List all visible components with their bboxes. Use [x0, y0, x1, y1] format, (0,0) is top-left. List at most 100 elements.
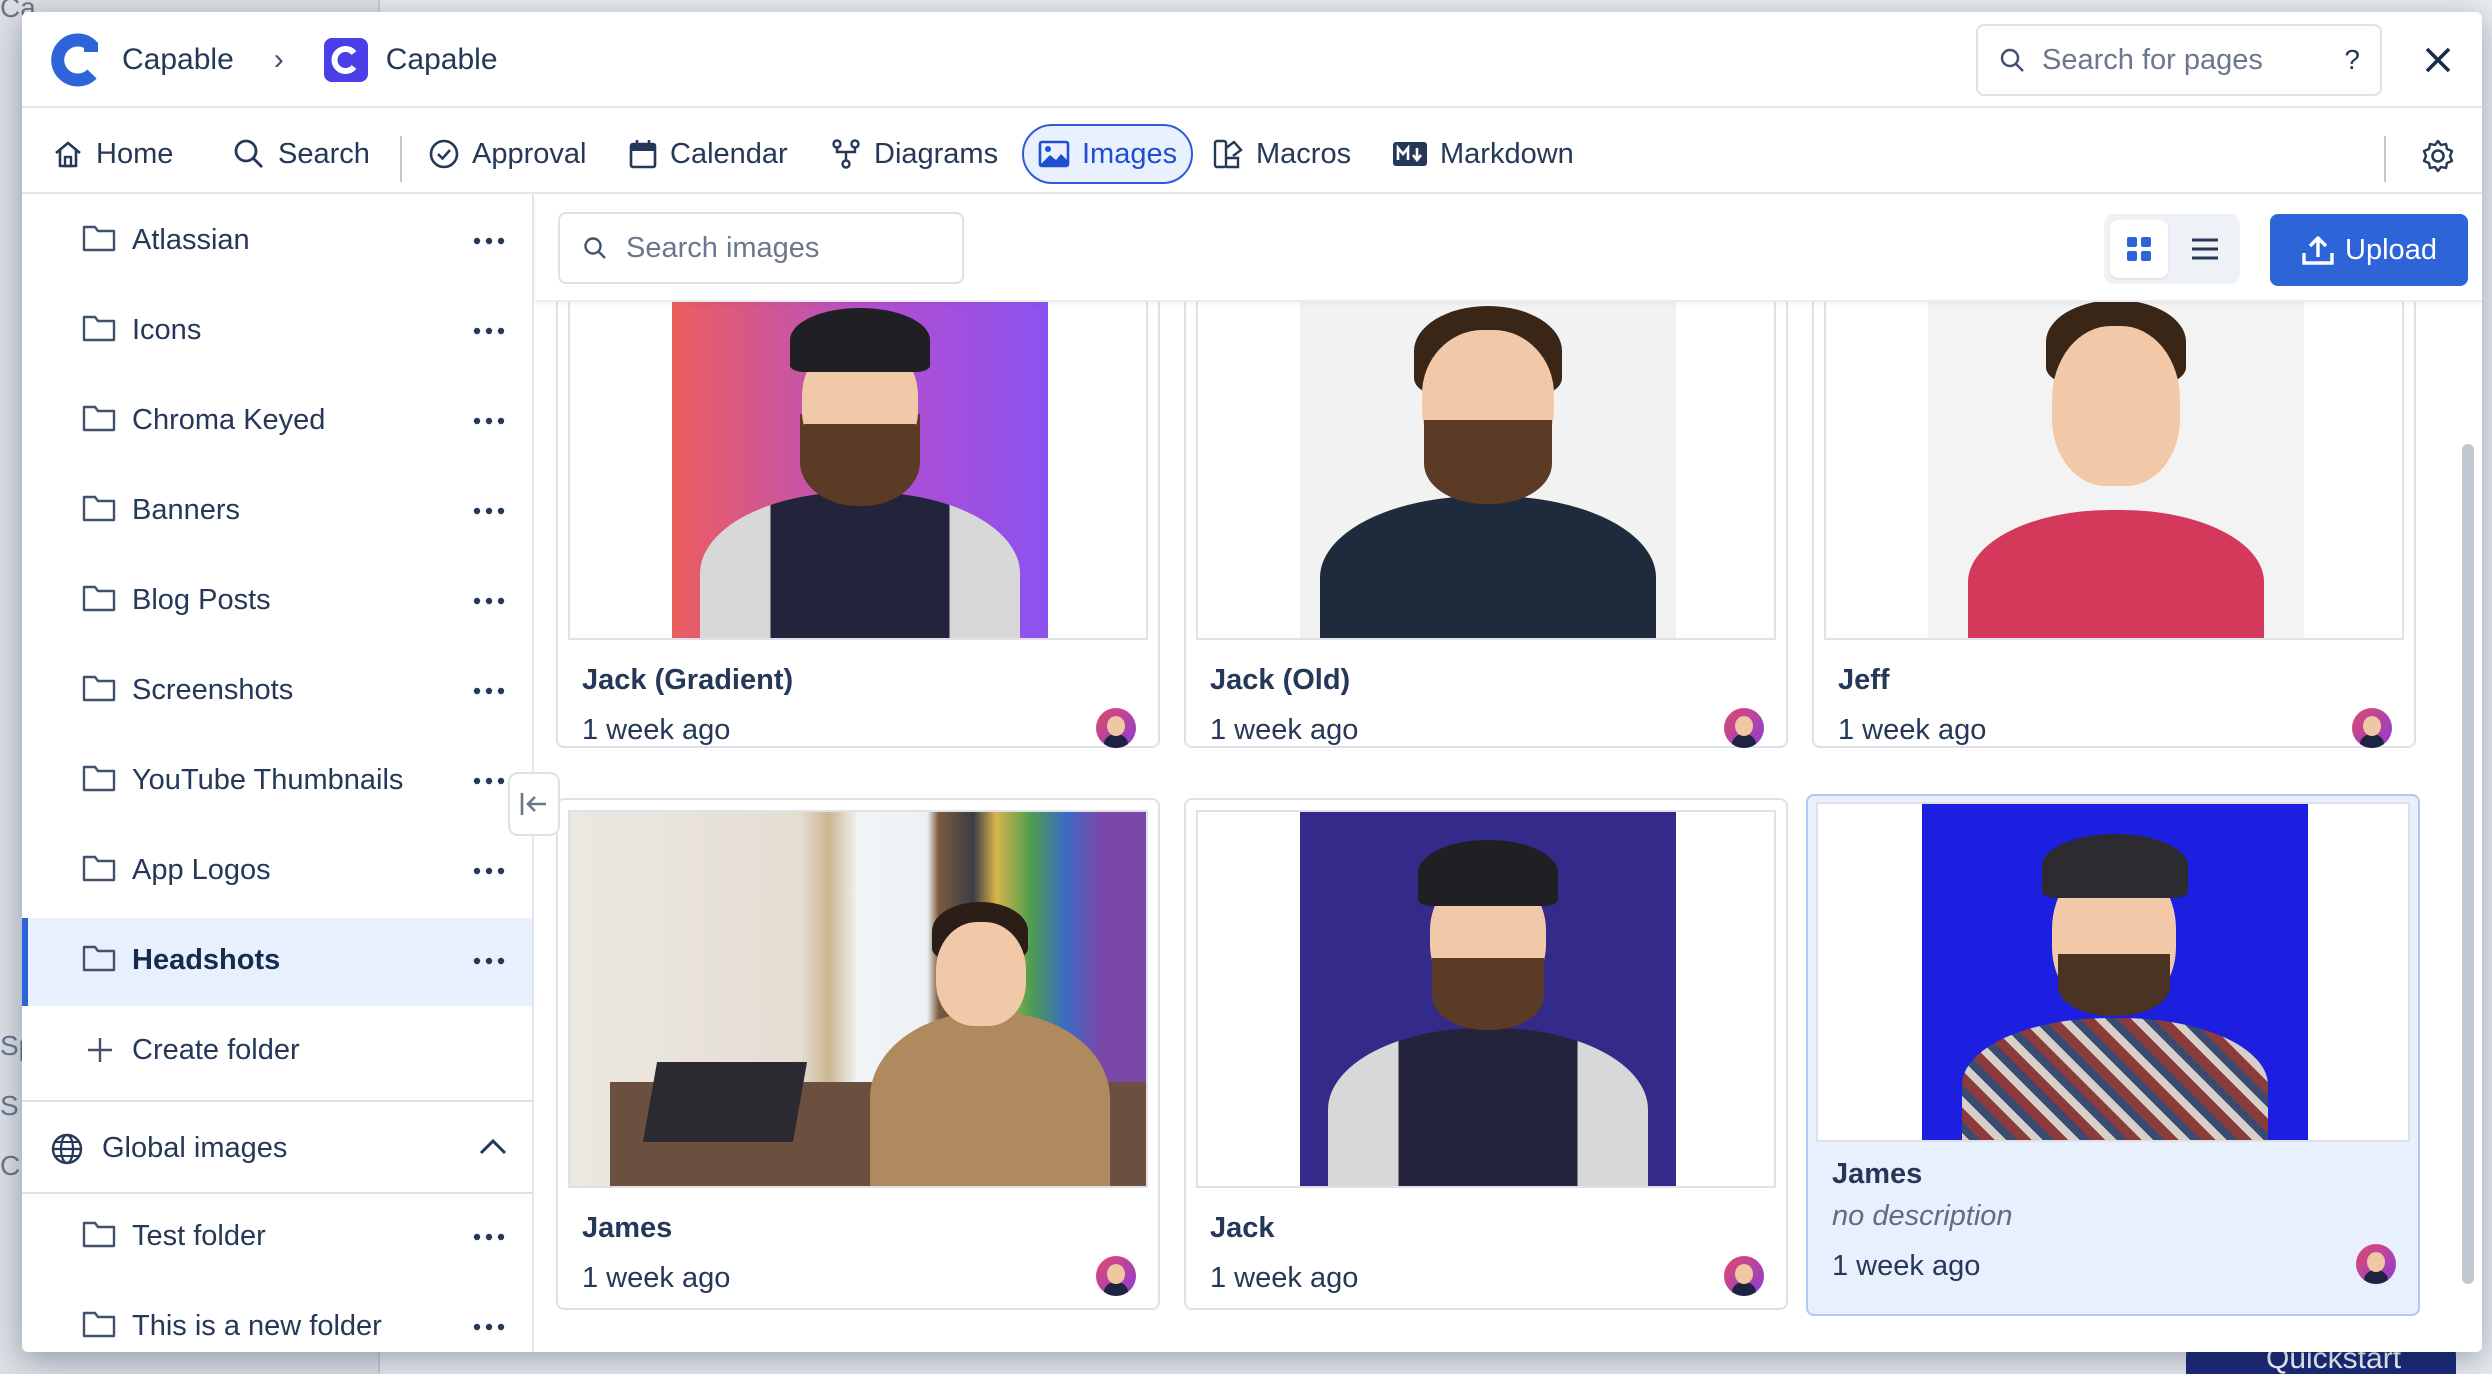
background-text: C — [0, 1150, 21, 1181]
avatar — [1724, 708, 1764, 748]
breadcrumb-item-page[interactable]: Capable — [386, 43, 498, 77]
app-navbar: Home Search Approval Calendar Diagrams I… — [22, 108, 2482, 194]
nav-images[interactable]: Images — [1022, 124, 1194, 184]
image-card[interactable]: Jack 1 week ago — [1184, 798, 1788, 1310]
help-icon[interactable]: ? — [2344, 44, 2360, 76]
folder-label: App Logos — [132, 854, 271, 886]
headshot-photo — [1300, 812, 1676, 1186]
folder-label: Icons — [132, 314, 202, 346]
image-title: James — [582, 1212, 673, 1244]
more-options-icon[interactable] — [472, 498, 506, 524]
folder-icon — [82, 405, 116, 432]
folder-item-banners[interactable]: Banners — [22, 468, 532, 556]
folder-item-youtube-thumbnails[interactable]: YouTube Thumbnails — [22, 738, 532, 826]
close-button[interactable] — [2410, 32, 2466, 88]
capable-page-icon — [323, 38, 368, 82]
avatar — [2352, 708, 2392, 748]
nav-home[interactable]: Home — [38, 124, 187, 184]
macros-icon — [1213, 139, 1243, 169]
image-thumbnail — [1196, 810, 1776, 1188]
folder-icon — [82, 765, 116, 792]
folder-label: YouTube Thumbnails — [132, 764, 404, 796]
create-folder-label: Create folder — [132, 1034, 300, 1066]
create-folder-button[interactable]: Create folder — [22, 1008, 532, 1096]
more-options-icon[interactable] — [472, 1224, 506, 1250]
nav-calendar[interactable]: Calendar — [614, 124, 802, 184]
globe-icon — [51, 1133, 83, 1165]
image-title: Jack (Gradient) — [582, 664, 794, 696]
chevron-right-icon: › — [273, 43, 284, 76]
nav-calendar-label: Calendar — [670, 137, 788, 170]
more-options-icon[interactable] — [472, 948, 506, 974]
avatar — [1724, 1256, 1764, 1296]
breadcrumb: Capable › Capable — [48, 30, 498, 90]
list-view-button[interactable] — [2176, 220, 2234, 278]
folder-item-chroma-keyed[interactable]: Chroma Keyed — [22, 378, 532, 466]
folder-item-test-folder[interactable]: Test folder — [22, 1194, 532, 1282]
close-icon — [2425, 47, 2451, 73]
folder-icon — [82, 675, 116, 702]
capable-logo-icon — [51, 33, 98, 87]
collapse-sidebar-button[interactable] — [508, 772, 560, 836]
markdown-icon — [1393, 142, 1427, 166]
folder-label: Screenshots — [132, 674, 294, 706]
image-date: 1 week ago — [1210, 1262, 1359, 1294]
folder-item-headshots[interactable]: Headshots — [22, 918, 532, 1006]
gear-icon[interactable] — [2420, 138, 2456, 174]
image-card[interactable]: Jeff 1 week ago — [1812, 302, 2416, 748]
nav-macros-label: Macros — [1256, 137, 1352, 170]
office-photo — [570, 812, 1146, 1186]
avatar — [2356, 1244, 2396, 1284]
nav-approval[interactable]: Approval — [414, 124, 600, 184]
global-images-section-header[interactable]: Global images — [22, 1104, 532, 1194]
more-options-icon[interactable] — [472, 408, 506, 434]
grid-scrollbar[interactable] — [2462, 444, 2474, 1284]
image-thumbnail — [568, 810, 1148, 1188]
view-toggle — [2104, 214, 2240, 284]
more-options-icon[interactable] — [472, 318, 506, 344]
plus-icon — [88, 1038, 112, 1062]
image-card[interactable]: Jack (Old) 1 week ago — [1184, 302, 1788, 748]
page-search-input[interactable]: Search for pages ? — [1976, 24, 2382, 96]
folder-item-icons[interactable]: Icons — [22, 288, 532, 376]
more-options-icon[interactable] — [472, 768, 506, 794]
chevron-up-icon[interactable] — [478, 1136, 508, 1156]
more-options-icon[interactable] — [472, 678, 506, 704]
image-card[interactable]: James 1 week ago — [556, 798, 1160, 1310]
nav-macros[interactable]: Macros — [1198, 124, 1365, 184]
nav-markdown[interactable]: Markdown — [1378, 124, 1588, 184]
folder-icon — [82, 945, 116, 972]
image-title: James — [1832, 1158, 1923, 1190]
headshot-photo — [1928, 302, 2304, 638]
image-card[interactable]: Jack (Gradient) 1 week ago — [556, 302, 1160, 748]
more-options-icon[interactable] — [472, 858, 506, 884]
folder-item-blog-posts[interactable]: Blog Posts — [22, 558, 532, 646]
folder-item-screenshots[interactable]: Screenshots — [22, 648, 532, 736]
image-icon — [1038, 140, 1070, 168]
collapse-left-icon — [520, 793, 546, 815]
grid-icon — [2127, 237, 2151, 261]
nav-search[interactable]: Search — [218, 124, 384, 184]
nav-diagrams[interactable]: Diagrams — [816, 124, 1012, 184]
image-search-input[interactable]: Search images — [558, 212, 964, 284]
image-date: 1 week ago — [582, 1262, 731, 1294]
upload-button[interactable]: Upload — [2270, 214, 2468, 286]
grid-view-button[interactable] — [2110, 220, 2168, 278]
image-thumbnail — [1816, 802, 2410, 1142]
folder-item-app-logos[interactable]: App Logos — [22, 828, 532, 916]
more-options-icon[interactable] — [472, 1314, 506, 1340]
folder-icon — [82, 225, 116, 252]
more-options-icon[interactable] — [472, 588, 506, 614]
folder-item-atlassian[interactable]: Atlassian — [22, 198, 532, 286]
nav-search-label: Search — [278, 137, 370, 170]
page-search-placeholder: Search for pages — [2042, 43, 2263, 76]
headshot-photo — [672, 302, 1048, 638]
headshot-photo — [1300, 302, 1676, 638]
breadcrumb-item-space[interactable]: Capable — [122, 43, 234, 77]
folder-label: This is a new folder — [132, 1310, 382, 1342]
sidebar-divider — [22, 1100, 532, 1102]
image-card-selected[interactable]: James no description 1 week ago — [1806, 794, 2420, 1316]
more-options-icon[interactable] — [472, 228, 506, 254]
global-images-label: Global images — [102, 1132, 288, 1164]
folder-item-new-folder[interactable]: This is a new folder — [22, 1284, 532, 1352]
